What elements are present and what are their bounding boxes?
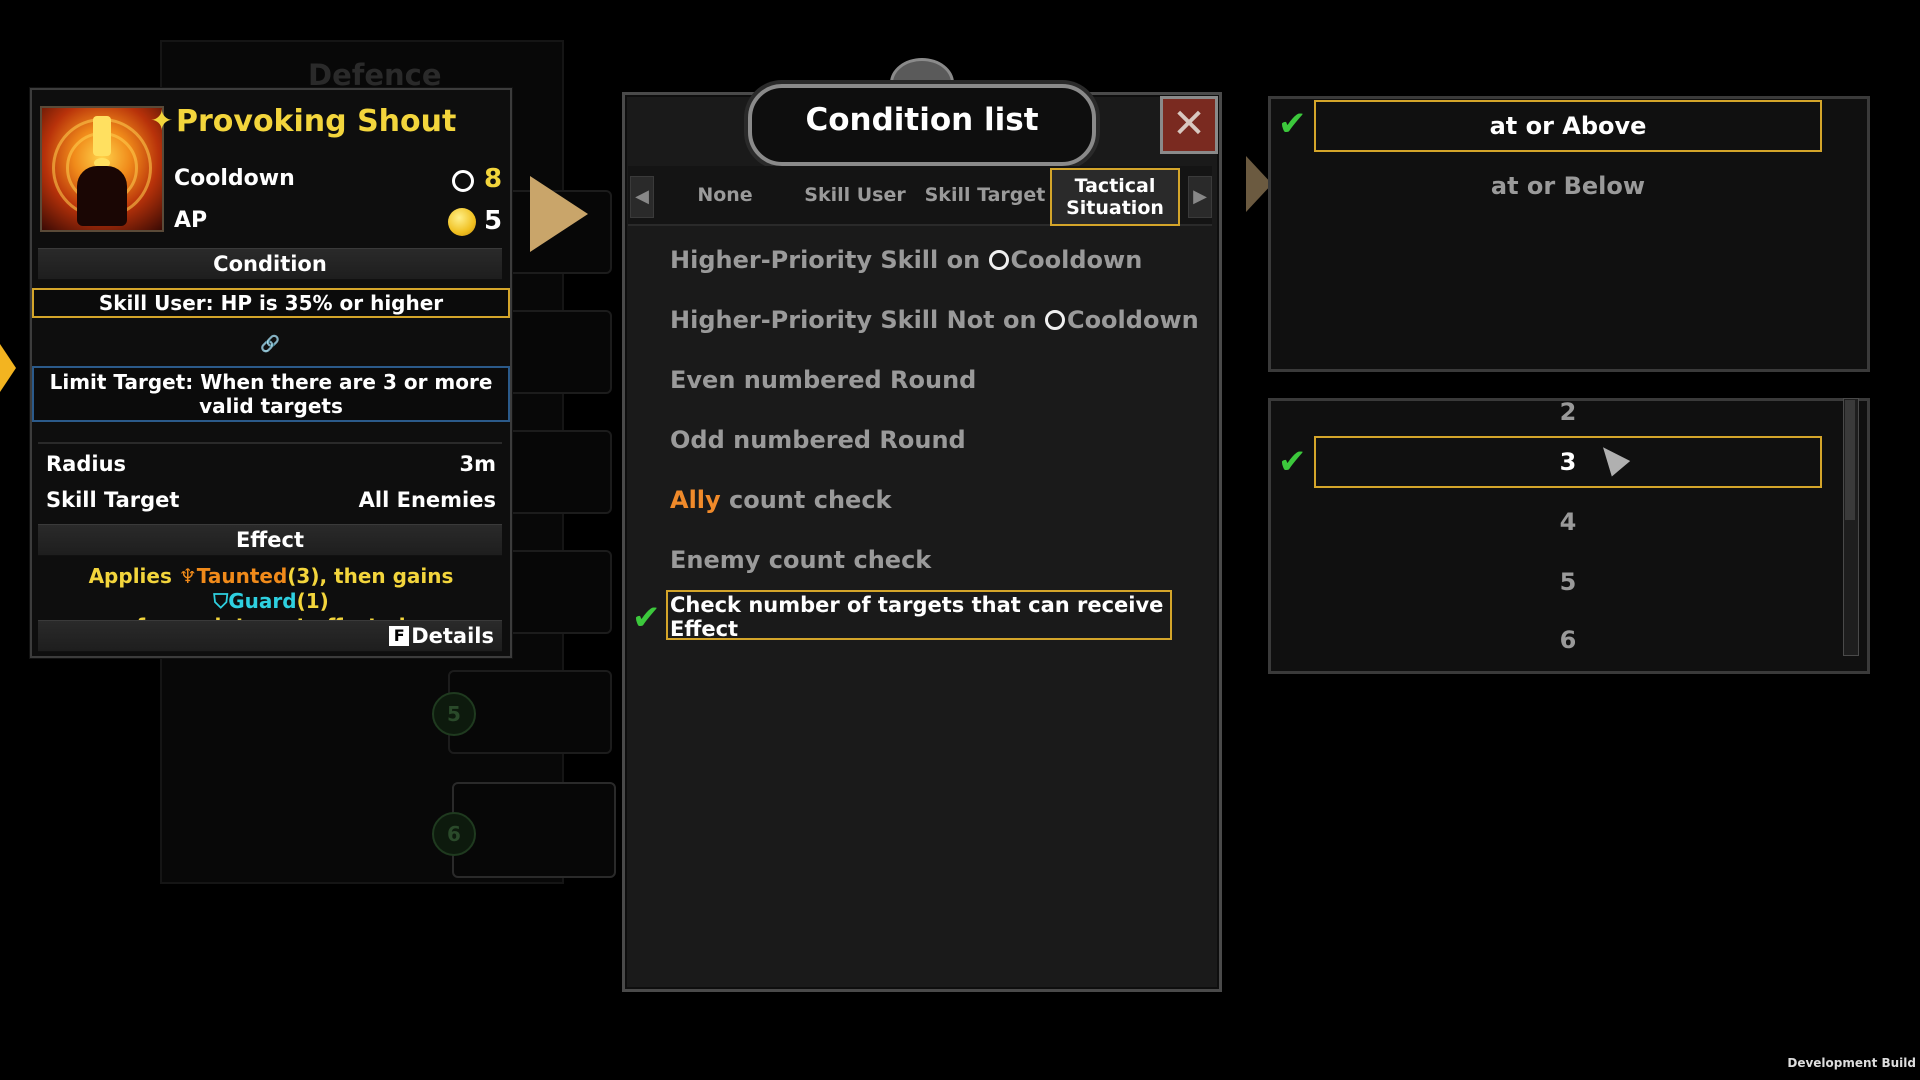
checkmark-icon: ✔ — [1278, 442, 1307, 482]
effect-then-text: , then gains — [319, 564, 454, 588]
left-edge-arrow-icon — [0, 344, 16, 392]
ap-value: 5 — [484, 206, 503, 236]
condition-list-title: Condition list — [805, 102, 1039, 138]
checkmark-icon: ✔ — [632, 598, 661, 638]
skill-name: Provoking Shout — [176, 104, 457, 139]
option-even-round[interactable]: Even numbered Round — [670, 366, 976, 394]
checkmark-icon: ✔ — [1278, 104, 1307, 144]
background-slot — [452, 782, 616, 878]
skill-portrait-icon — [40, 106, 164, 232]
background-slot-number: 6 — [432, 812, 476, 856]
timer-icon — [1044, 310, 1065, 330]
effect-applies-text: Applies — [88, 564, 179, 588]
radius-label: Radius — [46, 452, 127, 476]
taunt-icon: ♆ — [178, 564, 197, 588]
scrollbar-thumb[interactable] — [1845, 400, 1855, 520]
background-panel-title: Defence — [308, 58, 442, 92]
tab-tactical-situation[interactable]: Tactical Situation — [1050, 168, 1180, 226]
option-higher-priority-on-cooldown[interactable]: Higher-Priority Skill on Cooldown — [670, 246, 1142, 274]
option-ally-word: Ally — [670, 486, 721, 514]
option-at-or-below[interactable]: at or Below — [1314, 160, 1822, 212]
skill-target-value: All Enemies — [358, 488, 496, 512]
skill-condition-text[interactable]: Skill User: HP is 35% or higher — [32, 288, 510, 318]
option-text: Cooldown — [1066, 306, 1199, 334]
development-build-label: Development Build — [1787, 1056, 1916, 1070]
number-option[interactable]: 5 — [1314, 556, 1822, 608]
ap-coin-icon — [448, 208, 476, 236]
option-check-targets-receive-effect[interactable]: Check number of targets that can receive… — [666, 590, 1172, 641]
guard-count: (1) — [296, 589, 329, 613]
cooldown-label: Cooldown — [174, 166, 295, 191]
tab-skill-user[interactable]: Skill User — [790, 168, 920, 222]
skill-target-label: Skill Target — [46, 488, 180, 512]
details-button[interactable]: F Details — [38, 620, 502, 652]
link-icon: 🔗 — [260, 334, 280, 353]
timer-icon — [988, 250, 1009, 270]
option-text: Cooldown — [1010, 246, 1143, 274]
close-button[interactable]: ✕ — [1160, 96, 1218, 154]
taunted-status: Taunted — [196, 564, 288, 588]
option-enemy-count[interactable]: Enemy count check — [670, 546, 931, 574]
taunted-count: (3) — [287, 564, 320, 588]
number-option[interactable]: 2 — [1314, 400, 1822, 426]
number-option[interactable]: 4 — [1314, 496, 1822, 548]
option-text: Higher-Priority Skill on — [670, 246, 989, 274]
timer-icon — [452, 170, 474, 192]
limit-target-text[interactable]: Limit Target: When there are 3 or more v… — [32, 366, 510, 422]
condition-list-panel — [622, 92, 1222, 992]
effect-header: Effect — [38, 524, 502, 556]
option-at-or-above[interactable]: at or Above — [1314, 100, 1822, 152]
details-label: Details — [411, 624, 494, 648]
guard-status: Guard — [228, 589, 297, 613]
details-key-icon: F — [389, 626, 410, 646]
tab-next-arrow-icon[interactable]: ▶ — [1188, 176, 1212, 218]
number-option-selected[interactable]: 3 — [1314, 436, 1822, 488]
flow-arrow-icon — [530, 176, 588, 252]
option-ally-count[interactable]: Ally count check — [670, 486, 892, 514]
tab-prev-arrow-icon[interactable]: ◀ — [630, 176, 654, 218]
option-text: count check — [720, 486, 892, 514]
radius-value: 3m — [459, 452, 497, 476]
option-text: Higher-Priority Skill Not on — [670, 306, 1045, 334]
tab-none[interactable]: None — [660, 168, 790, 222]
divider — [38, 442, 502, 444]
background-slot-number: 5 — [432, 692, 476, 736]
shield-icon: ⛉ — [213, 589, 229, 613]
skill-tooltip-panel: Cooldown 8 AP 5 Condition Skill User: HP… — [30, 88, 512, 658]
tab-skill-target[interactable]: Skill Target — [920, 168, 1050, 222]
option-odd-round[interactable]: Odd numbered Round — [670, 426, 966, 454]
ap-label: AP — [174, 208, 208, 233]
condition-header: Condition — [38, 248, 502, 280]
number-option[interactable]: 6 — [1314, 616, 1822, 664]
option-higher-priority-not-on-cooldown[interactable]: Higher-Priority Skill Not on Cooldown — [670, 306, 1199, 334]
sparkle-icon: ✦ — [150, 104, 174, 137]
cooldown-value: 8 — [484, 164, 503, 194]
